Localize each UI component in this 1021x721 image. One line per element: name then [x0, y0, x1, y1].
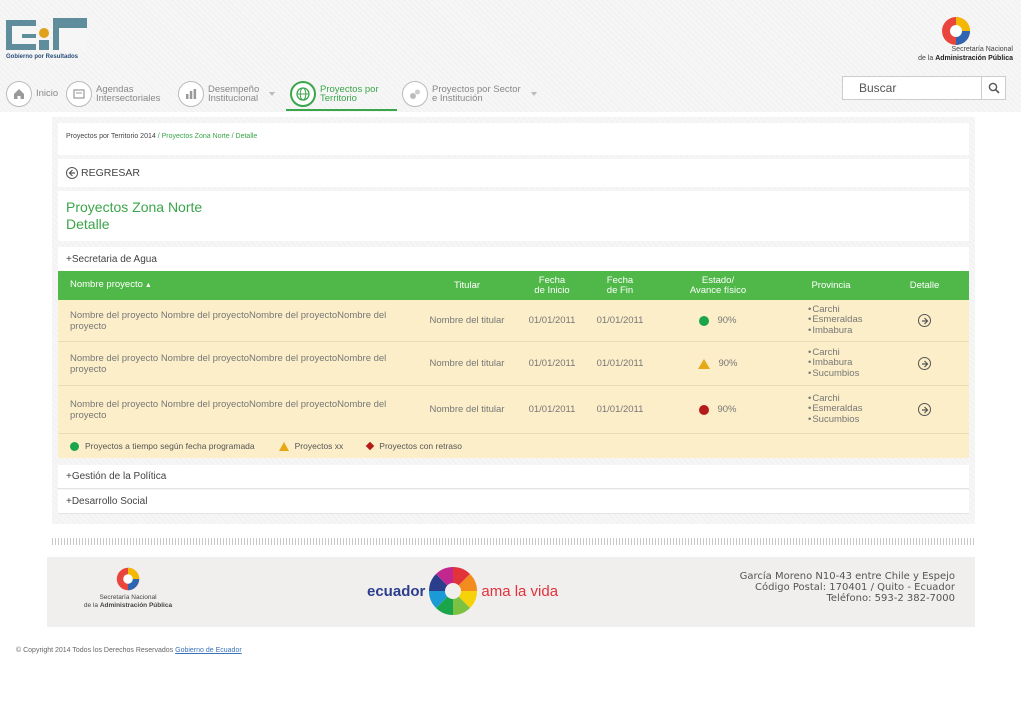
legend-on-time: Proyectos a tiempo según fecha programad…: [70, 441, 255, 451]
detail-arrow-icon[interactable]: [918, 357, 931, 370]
col-fecha-inicio: Fecha de Inicio: [534, 274, 570, 296]
search-input[interactable]: [843, 77, 981, 99]
main-content: Proyectos por Territorio 2014 / Proyecto…: [52, 117, 975, 524]
section-gestion-politica[interactable]: +Gestión de la Política: [58, 465, 969, 489]
sector-icon: [402, 80, 428, 107]
sna-emblem-icon: [116, 567, 140, 591]
status-red-icon: [699, 404, 710, 415]
status-green-icon: [70, 441, 79, 451]
status-red-icon: [366, 441, 375, 451]
project-provincias: Carchi Esmeraldas Sucumbios: [782, 393, 880, 426]
project-titular: Nombre del titular: [429, 404, 505, 415]
back-label: REGRESAR: [81, 167, 140, 179]
ecuador-ama-la-vida-logo[interactable]: ecuador ama la vida: [367, 563, 567, 619]
projects-table: Nombre proyecto ▲ Titular Fecha de Inici…: [58, 271, 969, 458]
project-fecha-fin: 01/01/2011: [596, 358, 644, 369]
sna-line2: de la Administración Pública: [918, 55, 1013, 62]
chevron-down-icon[interactable]: [530, 91, 537, 96]
logo-caption: Gobierno por Resultados: [6, 54, 79, 60]
page-subtitle: Detalle: [66, 216, 110, 232]
col-estado: Estado/ Avance físico: [689, 274, 747, 296]
performance-icon: [178, 80, 204, 107]
project-provincias: Carchi Imbabura Sucumbios: [782, 347, 880, 380]
project-estado: 90%: [654, 358, 782, 369]
sna-emblem-icon: [942, 17, 970, 45]
footer-address: García Moreno N10-43 entre Chile y Espej…: [739, 571, 955, 604]
section-desarrollo-social[interactable]: +Desarrollo Social: [58, 490, 969, 514]
ecuador-flower-icon: [429, 566, 478, 616]
legend-delayed: Proyectos con retraso: [366, 441, 462, 451]
project-fecha-inicio: 01/01/2011: [528, 315, 576, 326]
status-legend: Proyectos a tiempo según fecha programad…: [58, 434, 969, 458]
arrow-left-icon: [66, 167, 78, 179]
top-header: Gobierno por Resultados Secretaría Nacio…: [0, 0, 1021, 112]
project-fecha-fin: 01/01/2011: [596, 404, 644, 415]
col-provincia: Provincia: [811, 279, 851, 291]
copyright: © Copyright 2014 Todos los Derechos Rese…: [16, 647, 242, 654]
page-heading: Proyectos Zona Norte Detalle: [58, 191, 969, 241]
sort-icon: ▲: [142, 282, 152, 289]
project-fecha-inicio: 01/01/2011: [528, 358, 576, 369]
table-row: Nombre del proyecto Nombre del proyectoN…: [58, 386, 969, 434]
search-icon: [988, 82, 1000, 94]
detail-arrow-icon[interactable]: [918, 314, 931, 327]
breadcrumb-root[interactable]: Proyectos por Territorio 2014: [66, 133, 156, 140]
project-titular: Nombre del titular: [429, 315, 505, 326]
table-row: Nombre del proyecto Nombre del proyectoN…: [58, 342, 969, 386]
breadcrumb: Proyectos por Territorio 2014 / Proyecto…: [58, 123, 969, 155]
nav-agendas[interactable]: Agendas Intersectoriales: [66, 76, 160, 111]
page-title: Proyectos Zona Norte: [66, 199, 203, 215]
project-titular: Nombre del titular: [429, 358, 505, 369]
col-fecha-fin: Fecha de Fin: [606, 274, 634, 296]
footer-sna-logo[interactable]: Secretaría Nacional de la Administración…: [73, 567, 183, 610]
main-nav: Inicio Agendas Intersectoriales Desempeñ…: [0, 76, 840, 112]
status-yellow-icon: [698, 358, 711, 369]
nav-active-indicator: [286, 109, 397, 111]
home-icon: [6, 80, 32, 107]
table-row: Nombre del proyecto Nombre del proyectoN…: [58, 300, 969, 342]
project-provincias: Carchi Esmeraldas Imbabura: [782, 304, 880, 337]
nav-desempeno[interactable]: Desempeño Institucional: [178, 76, 276, 111]
breadcrumb-zona-norte[interactable]: Proyectos Zona Norte: [162, 133, 230, 140]
chevron-down-icon[interactable]: [269, 91, 276, 96]
search-box: [842, 76, 1006, 100]
nav-proyectos-territorio[interactable]: Proyectos por Territorio: [290, 76, 379, 111]
search-button[interactable]: [981, 77, 1005, 99]
breadcrumb-detalle[interactable]: Detalle: [236, 133, 258, 140]
globe-icon: [290, 80, 316, 107]
project-name: Nombre del proyecto Nombre del proyectoN…: [70, 398, 387, 421]
nav-inicio[interactable]: Inicio: [6, 76, 58, 111]
project-estado: 90%: [654, 404, 782, 415]
project-name: Nombre del proyecto Nombre del proyectoN…: [70, 352, 387, 375]
footer-divider: [52, 538, 975, 545]
footer: Secretaría Nacional de la Administración…: [47, 557, 975, 627]
status-yellow-icon: [278, 441, 289, 451]
project-fecha-fin: 01/01/2011: [596, 315, 644, 326]
sna-line1: Secretaría Nacional: [951, 46, 1013, 53]
agenda-icon: [66, 80, 92, 107]
project-fecha-inicio: 01/01/2011: [528, 404, 576, 415]
section-secretaria-agua[interactable]: +Secretaria de Agua: [58, 247, 969, 271]
gobierno-ecuador-link[interactable]: Gobierno de Ecuador: [175, 647, 242, 654]
col-titular: Titular: [453, 279, 481, 291]
project-estado: 90%: [654, 315, 782, 326]
back-button[interactable]: REGRESAR: [58, 159, 969, 187]
table-header: Nombre proyecto ▲ Titular Fecha de Inici…: [58, 271, 969, 300]
project-name: Nombre del proyecto Nombre del proyectoN…: [70, 309, 387, 332]
col-detalle: Detalle: [909, 279, 940, 291]
nav-proyectos-sector[interactable]: Proyectos por Sector e Institución: [402, 76, 537, 111]
detail-arrow-icon[interactable]: [918, 403, 931, 416]
status-green-icon: [699, 315, 710, 326]
legend-xx: Proyectos xx: [278, 441, 343, 451]
col-nombre-proyecto[interactable]: Nombre proyecto ▲: [58, 280, 416, 291]
